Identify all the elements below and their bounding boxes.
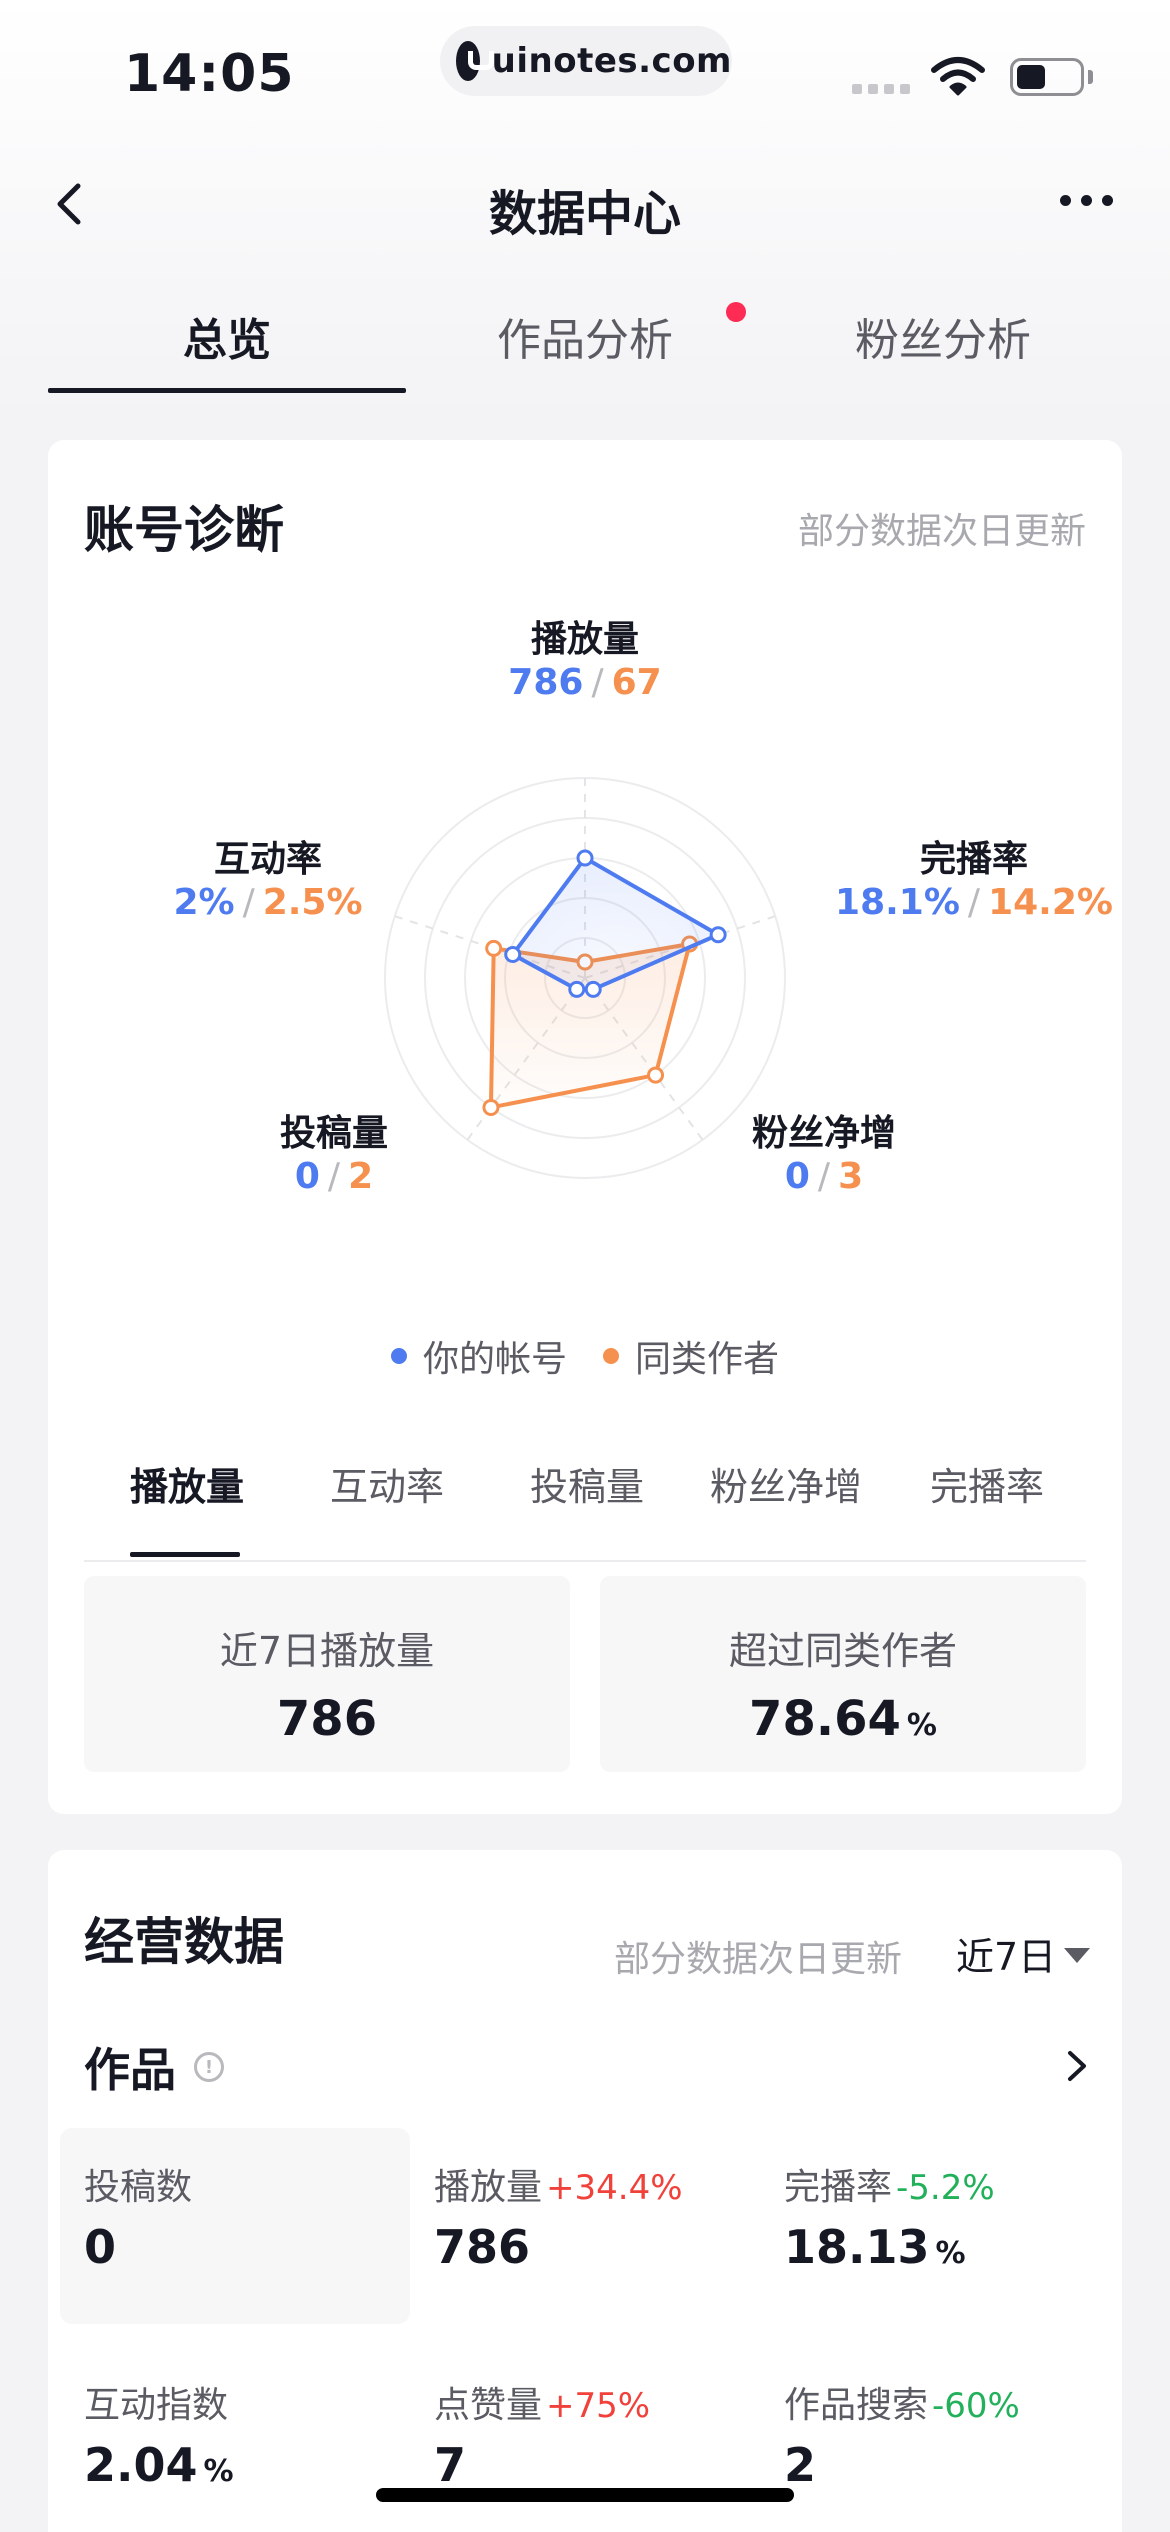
peer-series-point-4 — [482, 1098, 500, 1116]
radar-legend: 你的帐号 同类作者 — [48, 1330, 1122, 1382]
axis-label-engagement: 互动率 — [213, 839, 322, 880]
business-data-card: 经营数据 部分数据次日更新 近7日 作品 ! 投稿数 0 播放量 +34.4% 7… — [48, 1850, 1122, 2532]
you-series-point-2 — [709, 926, 727, 944]
axis-label-fans-growth: 粉丝净增 — [751, 1113, 896, 1154]
axis-label-posts: 投稿量 — [279, 1113, 388, 1154]
legend-item-peer: 同类作者 — [603, 1330, 779, 1382]
metric-engagement-index[interactable]: 互动指数 2.04% — [60, 2346, 410, 2532]
axis-values-engagement: 2%/2.5% — [173, 882, 363, 923]
chevron-right-icon[interactable] — [1058, 2048, 1094, 2084]
battery-icon — [1010, 58, 1084, 96]
site-logo-icon — [456, 41, 494, 81]
tab-overview[interactable]: 总览 — [48, 304, 406, 368]
subtab-completion[interactable]: 完播率 — [930, 1456, 1044, 1511]
account-diagnosis-card: 账号诊断 部分数据次日更新 播放量 786/67 完播率 18.1%/14.2%… — [48, 440, 1122, 1814]
url-pill[interactable]: uinotes.com — [440, 26, 732, 96]
stat-box-7day-plays: 近7日播放量 786 — [84, 1576, 570, 1772]
business-update-note: 部分数据次日更新 — [614, 1939, 903, 1980]
diagnosis-title: 账号诊断 — [84, 501, 284, 559]
more-options-icon[interactable] — [1060, 190, 1120, 210]
caret-down-icon — [1064, 1948, 1091, 1963]
metric-completion[interactable]: 完播率 -5.2% 18.13% — [760, 2128, 1110, 2324]
you-series-point-4 — [568, 980, 586, 998]
axis-values-plays: 786/67 — [508, 662, 662, 703]
legend-item-you: 你的帐号 — [390, 1330, 567, 1382]
status-bar: 14:05 uinotes.com — [0, 0, 1170, 130]
status-time: 14:05 — [124, 44, 295, 104]
you-series-point-3 — [584, 980, 602, 998]
diagnosis-update-note: 部分数据次日更新 — [797, 511, 1086, 552]
nav-bar: 数据中心 — [0, 160, 1170, 250]
metric-posts[interactable]: 投稿数 0 — [60, 2128, 410, 2324]
main-tabs: 总览 作品分析 粉丝分析 — [48, 290, 1122, 394]
subtab-plays[interactable]: 播放量 — [130, 1456, 244, 1511]
subtab-posts[interactable]: 投稿量 — [530, 1456, 644, 1511]
business-title: 经营数据 — [84, 1913, 284, 1971]
stat-box-beat-peers: 超过同类作者 78.64% — [600, 1576, 1086, 1772]
legend-dot-peer — [603, 1348, 619, 1364]
axis-values-posts: 0/2 — [294, 1156, 374, 1197]
battery-tip — [1088, 70, 1093, 84]
info-icon[interactable]: ! — [194, 2052, 224, 2082]
tab-works-analysis[interactable]: 作品分析 — [406, 304, 764, 368]
data-center-page: 14:05 uinotes.com 数据中心 总览 作品分析 粉丝分析 账号诊断… — [0, 0, 1170, 2532]
subtab-engagement[interactable]: 互动率 — [330, 1456, 444, 1511]
axis-values-fans-growth: 0/3 — [784, 1156, 864, 1197]
subtab-fans-growth[interactable]: 粉丝净增 — [710, 1456, 862, 1511]
peer-series-point-3 — [647, 1066, 665, 1084]
metric-subtabs: 播放量 互动率 投稿量 粉丝净增 完播率 — [84, 1456, 1086, 1562]
wifi-icon — [931, 57, 985, 96]
url-text: uinotes.com — [491, 41, 732, 81]
you-series-point-5 — [504, 946, 522, 964]
radar-chart: 播放量 786/67 完播率 18.1%/14.2% 粉丝净增 0/3 投稿量 … — [48, 610, 1122, 1230]
peer-series-point-5 — [485, 939, 503, 957]
you-series-polygon — [510, 856, 721, 992]
axis-label-completion: 完播率 — [919, 839, 1028, 880]
cellular-signal-icon — [852, 84, 910, 94]
metric-plays[interactable]: 播放量 +34.4% 786 — [410, 2128, 760, 2324]
page-title: 数据中心 — [488, 186, 681, 242]
date-range-select[interactable]: 近7日 — [956, 1926, 1091, 1981]
tab-fans-analysis[interactable]: 粉丝分析 — [764, 304, 1122, 368]
axis-values-completion: 18.1%/14.2% — [835, 882, 1113, 923]
tab-notification-dot — [726, 302, 746, 322]
home-indicator — [376, 2488, 794, 2502]
tab-active-indicator — [48, 388, 406, 393]
works-section-title: 作品 ! — [84, 2034, 224, 2100]
you-series-point-1 — [576, 849, 594, 867]
metric-likes[interactable]: 点赞量 +75% 7 — [410, 2346, 760, 2532]
subtab-active-indicator — [130, 1552, 240, 1557]
metric-works-search[interactable]: 作品搜索 -60% 2 — [760, 2346, 1110, 2532]
legend-dot-you — [390, 1348, 407, 1364]
axis-label-plays: 播放量 — [530, 619, 639, 660]
